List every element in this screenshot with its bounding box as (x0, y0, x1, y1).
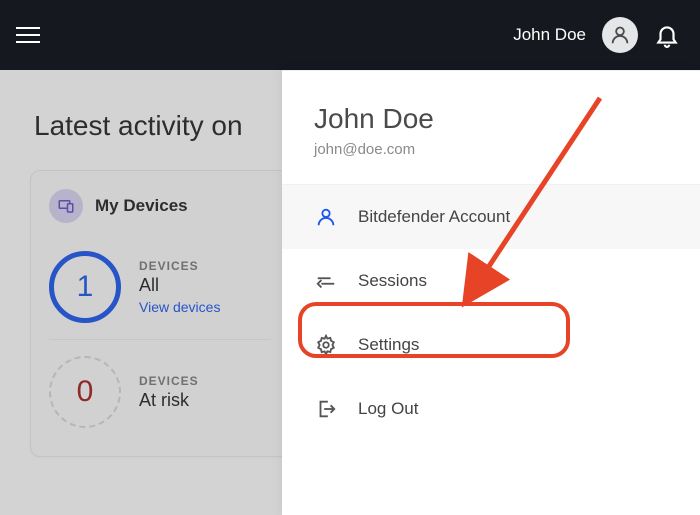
menu-item-label: Log Out (358, 399, 419, 419)
avatar-button[interactable] (602, 17, 638, 53)
menu-item-sessions[interactable]: Sessions (282, 249, 700, 313)
user-outline-icon (314, 205, 338, 229)
sessions-icon (314, 269, 338, 293)
logout-icon (314, 397, 338, 421)
gear-icon (314, 333, 338, 357)
menu-item-logout[interactable]: Log Out (282, 377, 700, 441)
menu-button[interactable] (8, 15, 48, 55)
top-bar: John Doe (0, 0, 700, 70)
menu-item-settings[interactable]: Settings (282, 313, 700, 377)
notifications-icon[interactable] (654, 22, 680, 48)
dropdown-header: John Doe john@doe.com (282, 71, 700, 185)
menu-item-label: Settings (358, 335, 419, 355)
menu-item-bitdefender-account[interactable]: Bitdefender Account (282, 185, 700, 249)
user-icon (609, 24, 631, 46)
top-right: John Doe (513, 17, 680, 53)
header-username: John Doe (513, 25, 586, 45)
menu-item-label: Bitdefender Account (358, 207, 510, 227)
account-dropdown: John Doe john@doe.com Bitdefender Accoun… (282, 70, 700, 515)
dropdown-email: john@doe.com (314, 141, 668, 158)
dropdown-name: John Doe (314, 103, 668, 135)
menu-item-label: Sessions (358, 271, 427, 291)
